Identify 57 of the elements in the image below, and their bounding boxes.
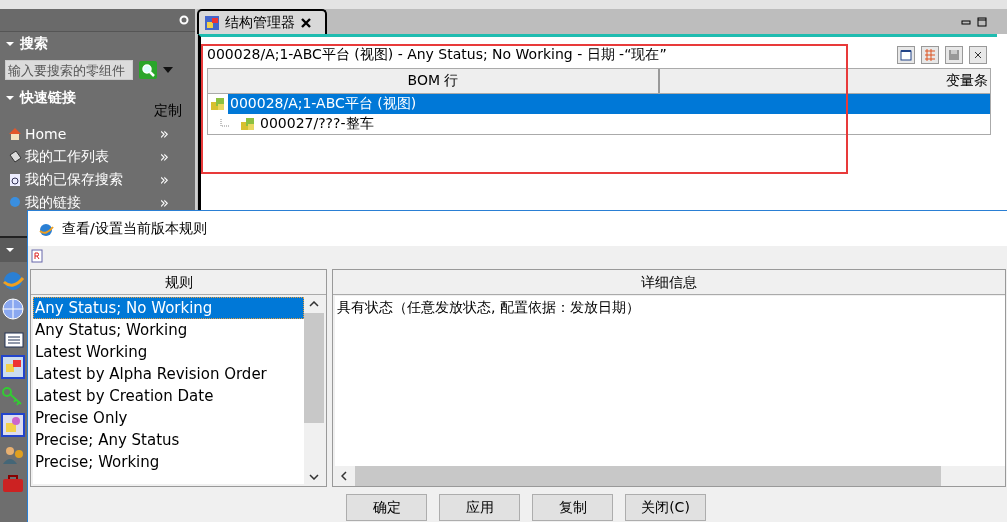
search-field[interactable]: 输入要搜索的零组件 <box>5 60 133 80</box>
rule-details: 具有状态（任意发放状态, 配置依据：发放日期） <box>336 298 641 317</box>
section-title: 搜索 <box>20 35 48 53</box>
blocks-icon <box>205 15 219 30</box>
horizontal-scrollbar[interactable] <box>335 466 1005 486</box>
rule-item[interactable]: Precise Only <box>33 407 304 429</box>
dialog-button[interactable]: 复制 <box>532 494 613 521</box>
rule-item[interactable]: Any Status; No Working <box>33 297 304 319</box>
quick-link[interactable]: 我的工作列表 <box>25 147 157 166</box>
collapse-arrow-icon[interactable] <box>6 40 14 48</box>
rule-item[interactable]: Any Status; Working <box>33 319 304 341</box>
scroll-up-icon[interactable] <box>309 301 319 307</box>
maximize-icon[interactable] <box>977 16 987 27</box>
blocks-icon[interactable] <box>1 413 25 437</box>
search-icon[interactable] <box>139 61 157 79</box>
column-header: 详细信息 <box>333 270 1005 295</box>
vertical-scrollbar[interactable] <box>304 297 324 484</box>
scroll-left-icon[interactable] <box>341 471 347 481</box>
section-title: 快速链接 <box>20 89 76 107</box>
expand-chevron[interactable]: » <box>159 124 169 143</box>
expand-chevron[interactable]: » <box>159 193 169 212</box>
rule-document-icon[interactable] <box>30 249 44 263</box>
collapse-arrow-icon[interactable] <box>6 246 14 254</box>
rule-item[interactable]: Precise; Working <box>33 451 304 473</box>
close-icon[interactable] <box>301 17 311 28</box>
quick-link[interactable]: 我的已保存搜索 <box>25 170 157 189</box>
dialog-button[interactable]: 确定 <box>346 494 427 521</box>
close-icon[interactable] <box>969 46 987 64</box>
structure-title: 000028/A;1-ABC平台 (视图) - Any Status; No Working - 日期 -“现在” <box>207 46 667 64</box>
tree-connector-line <box>220 119 230 129</box>
bom-line[interactable]: 000027/???-整车 <box>258 115 376 133</box>
column-header[interactable]: 变量条 <box>660 69 990 93</box>
dialog-button[interactable]: 关闭(C) <box>625 494 706 521</box>
dialog-title: 查看/设置当前版本规则 <box>62 219 207 238</box>
house-icon <box>8 126 22 141</box>
editor-tab[interactable]: 结构管理器 <box>197 9 327 34</box>
column-header: 规则 <box>31 270 326 295</box>
expand-chevron[interactable]: » <box>159 147 169 166</box>
expand-chevron[interactable]: » <box>159 170 169 189</box>
rule-item[interactable]: Latest by Creation Date <box>33 385 304 407</box>
dropdown-arrow-icon[interactable] <box>163 67 173 73</box>
document-search-icon <box>8 172 22 187</box>
dialog-button[interactable]: 应用 <box>439 494 520 521</box>
rule-item[interactable]: Latest Working <box>33 341 304 363</box>
rule-item[interactable]: Precise; Any Status <box>33 429 304 451</box>
blocks-icon[interactable] <box>1 355 25 379</box>
rule-item[interactable]: Latest by Alpha Revision Order <box>33 363 304 385</box>
assembly-icon <box>240 116 256 132</box>
quick-link[interactable]: Home <box>25 125 157 142</box>
settings-icon[interactable] <box>179 15 189 25</box>
quick-link[interactable]: 我的链接 <box>25 193 157 212</box>
paper-icon <box>8 149 22 164</box>
collapse-arrow-icon[interactable] <box>6 94 14 102</box>
scroll-down-icon[interactable] <box>309 474 319 480</box>
new-window-icon[interactable] <box>897 46 915 64</box>
assembly-icon <box>210 96 226 112</box>
customize-link[interactable]: 定制 <box>154 102 182 120</box>
